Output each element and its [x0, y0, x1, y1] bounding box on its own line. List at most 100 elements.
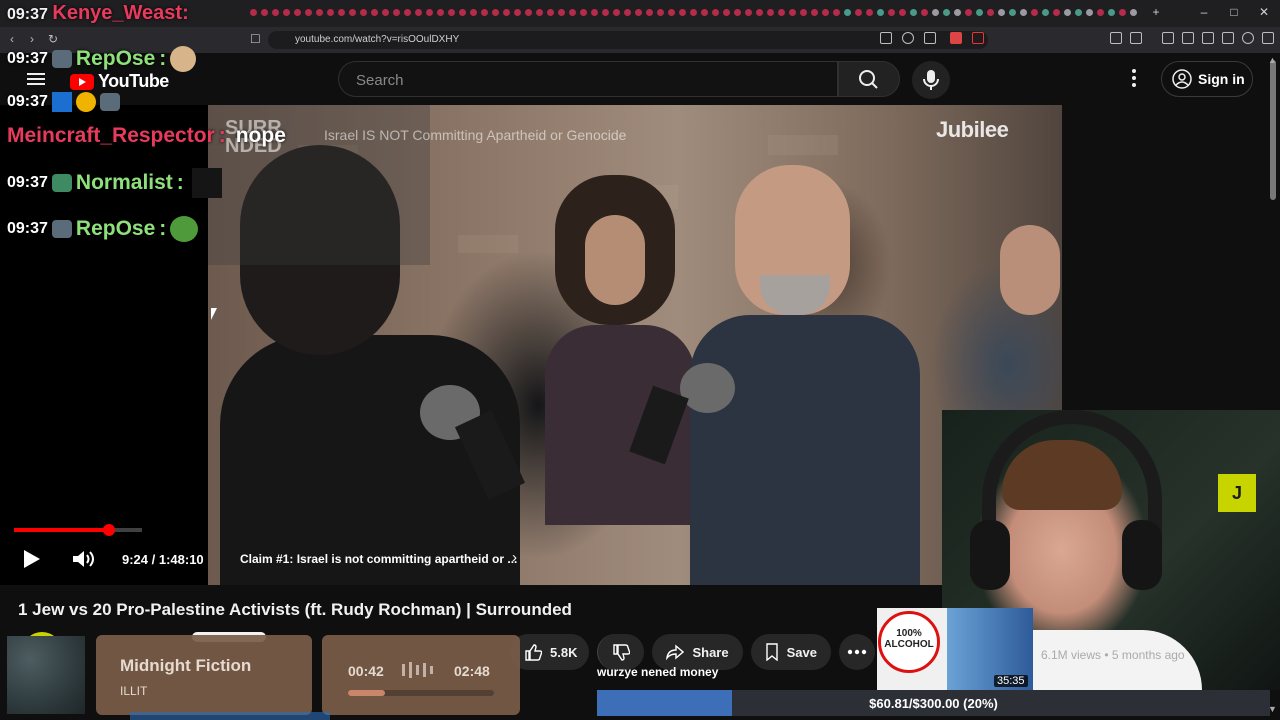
browser-tab[interactable] [360, 9, 367, 16]
browser-tab[interactable] [525, 9, 532, 16]
browser-tab[interactable] [1119, 9, 1126, 16]
browser-tab[interactable] [1053, 9, 1060, 16]
browser-tab[interactable] [998, 9, 1005, 16]
browser-tab[interactable] [1130, 9, 1137, 16]
browser-tab[interactable] [1086, 9, 1093, 16]
browser-tab[interactable] [657, 9, 664, 16]
browser-tab[interactable] [580, 9, 587, 16]
menu-icon[interactable] [1262, 32, 1274, 44]
browser-tab[interactable] [965, 9, 972, 16]
browser-tab[interactable] [613, 9, 620, 16]
minimize-button[interactable]: – [1194, 5, 1214, 19]
scrollbar-thumb[interactable] [1270, 60, 1276, 200]
back-icon[interactable]: ‹ [10, 32, 14, 46]
browser-tab[interactable] [536, 9, 543, 16]
browser-tab[interactable] [679, 9, 686, 16]
browser-tab[interactable] [734, 9, 741, 16]
browser-tab[interactable] [338, 9, 345, 16]
browser-tab[interactable] [712, 9, 719, 16]
scroll-down-icon[interactable]: ▼ [1268, 704, 1277, 714]
browser-tab[interactable] [415, 9, 422, 16]
brave-shield-icon[interactable] [950, 32, 962, 44]
browser-tab[interactable] [866, 9, 873, 16]
browser-tab[interactable] [250, 9, 257, 16]
search-button[interactable] [838, 61, 900, 97]
chapter-title[interactable]: Claim #1: Israel is not committing apart… [240, 552, 517, 566]
browser-tab[interactable] [492, 9, 499, 16]
browser-tab[interactable] [459, 9, 466, 16]
browser-tab[interactable] [701, 9, 708, 16]
chevron-right-icon[interactable]: › [512, 549, 517, 566]
browser-tab[interactable] [723, 9, 730, 16]
browser-tab[interactable] [470, 9, 477, 16]
browser-tab[interactable] [327, 9, 334, 16]
browser-tab[interactable] [305, 9, 312, 16]
play-button[interactable] [24, 550, 40, 568]
save-button[interactable]: Save [750, 634, 831, 670]
browser-tab[interactable] [371, 9, 378, 16]
music-icon[interactable] [1162, 32, 1174, 44]
browser-tab[interactable] [547, 9, 554, 16]
forward-icon[interactable]: › [30, 32, 34, 46]
browser-tab[interactable] [1009, 9, 1016, 16]
browser-tab[interactable] [833, 9, 840, 16]
browser-tab[interactable] [448, 9, 455, 16]
browser-tab[interactable] [811, 9, 818, 16]
search-input[interactable] [354, 71, 758, 90]
browser-tab[interactable] [646, 9, 653, 16]
share-page-icon[interactable] [924, 32, 936, 44]
browser-tab[interactable] [602, 9, 609, 16]
voice-search-button[interactable] [912, 61, 950, 99]
browser-tab[interactable] [349, 9, 356, 16]
browser-tab[interactable] [514, 9, 521, 16]
browser-tab[interactable] [976, 9, 983, 16]
browser-tab[interactable] [789, 9, 796, 16]
browser-tab[interactable] [932, 9, 939, 16]
browser-tab[interactable] [503, 9, 510, 16]
browser-tab[interactable] [822, 9, 829, 16]
browser-tab[interactable] [954, 9, 961, 16]
seek-bar[interactable] [14, 524, 142, 536]
hamburger-menu-icon[interactable] [27, 73, 45, 85]
youtube-logo[interactable]: YouTube [70, 71, 169, 92]
browser-tab[interactable] [899, 9, 906, 16]
volume-button[interactable] [71, 549, 95, 569]
cast-icon[interactable] [880, 32, 892, 44]
sign-in-button[interactable]: Sign in [1161, 61, 1253, 97]
browser-tab[interactable] [745, 9, 752, 16]
zoom-icon[interactable] [902, 32, 914, 44]
browser-tab[interactable] [283, 9, 290, 16]
browser-tab[interactable] [1020, 9, 1027, 16]
reload-icon[interactable]: ↻ [48, 32, 58, 46]
browser-tab[interactable] [690, 9, 697, 16]
settings-more-icon[interactable] [1126, 69, 1142, 89]
wallet-icon[interactable] [1202, 32, 1214, 44]
tab-strip[interactable] [250, 6, 1140, 20]
sidebar-icon[interactable] [1182, 32, 1194, 44]
browser-tab[interactable] [767, 9, 774, 16]
browser-tab[interactable] [635, 9, 642, 16]
browser-tab[interactable] [1097, 9, 1104, 16]
browser-tab[interactable] [591, 9, 598, 16]
browser-tab[interactable] [778, 9, 785, 16]
browser-tab[interactable] [558, 9, 565, 16]
browser-tab[interactable] [481, 9, 488, 16]
leo-icon[interactable] [1222, 32, 1234, 44]
browser-tab[interactable] [382, 9, 389, 16]
browser-tab[interactable] [404, 9, 411, 16]
seek-handle[interactable] [102, 524, 115, 536]
browser-tab[interactable] [1064, 9, 1071, 16]
browser-tab[interactable] [921, 9, 928, 16]
browser-tab[interactable] [1042, 9, 1049, 16]
browser-tab[interactable] [261, 9, 268, 16]
maximize-button[interactable]: □ [1224, 5, 1244, 19]
more-actions-button[interactable] [838, 634, 875, 670]
browser-tab[interactable] [426, 9, 433, 16]
browser-tab[interactable] [877, 9, 884, 16]
browser-tab[interactable] [756, 9, 763, 16]
browser-tab[interactable] [316, 9, 323, 16]
browser-tab[interactable] [569, 9, 576, 16]
new-tab-button[interactable]: + [1146, 5, 1166, 19]
browser-tab[interactable] [1031, 9, 1038, 16]
close-window-button[interactable]: ✕ [1254, 5, 1274, 19]
